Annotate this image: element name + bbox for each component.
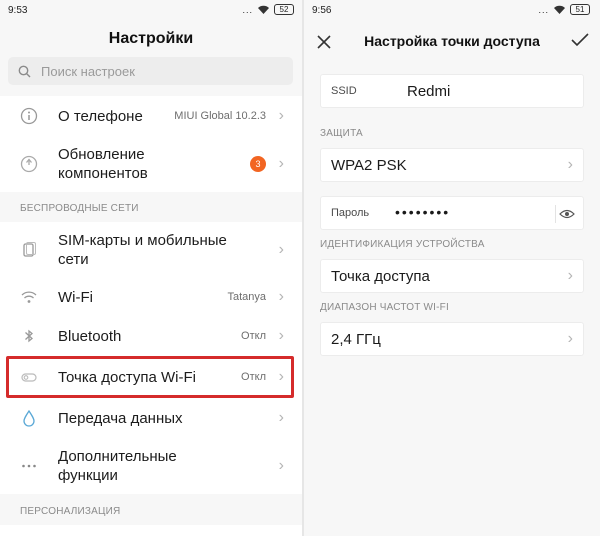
chevron-right-icon: › xyxy=(567,330,573,347)
band-select[interactable]: 2,4 ГГц › xyxy=(320,322,584,356)
ssid-label: SSID xyxy=(331,85,357,97)
wifi-icon xyxy=(20,288,38,306)
wifi-status-icon xyxy=(554,5,565,14)
settings-item-label: Передача данных xyxy=(58,409,183,427)
settings-item-label: SIM-карты и мобильные сети xyxy=(58,232,227,268)
info-icon xyxy=(20,107,38,125)
highlight-box xyxy=(6,356,294,398)
chevron-right-icon: › xyxy=(278,155,284,172)
chevron-right-icon: › xyxy=(278,409,284,426)
chevron-right-icon: › xyxy=(278,241,284,258)
security-value: WPA2 PSK xyxy=(331,157,407,174)
chevron-right-icon: › xyxy=(567,267,573,284)
page-title: Настройки xyxy=(108,30,194,47)
settings-item-label: Обновление компонентов xyxy=(58,146,148,182)
update-icon xyxy=(20,155,38,173)
settings-item-value: MIUI Global 10.2.3 xyxy=(174,110,266,122)
band-value: 2,4 ГГц xyxy=(331,331,381,348)
security-select[interactable]: WPA2 PSK › xyxy=(320,148,584,182)
battery-icon: 52 xyxy=(274,4,294,15)
sim-icon xyxy=(20,241,38,259)
chevron-right-icon: › xyxy=(567,156,573,173)
settings-item-wifi[interactable]: Wi-Fi Tatanya › xyxy=(0,278,302,316)
password-label: Пароль xyxy=(331,207,370,219)
data-icon xyxy=(20,409,38,427)
section-header-security: ЗАЩИТА xyxy=(320,128,363,139)
search-icon xyxy=(18,65,31,77)
settings-item-sim-cards[interactable]: SIM-карты и мобильные сети › xyxy=(0,222,302,278)
update-count-badge: 3 xyxy=(250,156,266,172)
settings-item-additional-features[interactable]: Дополнительные функции › xyxy=(0,438,302,494)
settings-item-label: Дополнительные функции xyxy=(58,448,177,484)
settings-item-label: О телефоне xyxy=(58,107,143,125)
settings-item-value: Откл xyxy=(241,330,266,342)
status-icons: ... 52 xyxy=(242,4,294,15)
more-icon xyxy=(20,457,38,475)
wifi-status-icon xyxy=(258,5,269,14)
hotspot-setup-screen: 9:56 ... 51 Настройка точки доступа SSID… xyxy=(304,0,600,536)
chevron-right-icon: › xyxy=(278,457,284,474)
device-id-select[interactable]: Точка доступа › xyxy=(320,259,584,293)
settings-item-partial xyxy=(0,525,302,536)
header: Настройка точки доступа xyxy=(304,24,600,60)
search-bar[interactable] xyxy=(8,57,293,85)
search-input[interactable] xyxy=(41,63,261,79)
settings-item-data-usage[interactable]: Передача данных › xyxy=(0,398,302,438)
settings-item-component-update[interactable]: Обновление компонентов 3 › xyxy=(0,136,302,192)
confirm-check-icon[interactable] xyxy=(570,26,590,54)
status-bar: 9:56 ... 51 xyxy=(304,0,600,22)
page-title: Настройка точки доступа xyxy=(364,33,540,49)
settings-item-label: Bluetooth xyxy=(58,327,122,345)
section-header-band: ДИАПАЗОН ЧАСТОТ WI-FI xyxy=(320,302,449,313)
device-id-value: Точка доступа xyxy=(331,268,430,285)
battery-icon: 51 xyxy=(570,4,590,15)
chevron-right-icon: › xyxy=(278,327,284,344)
settings-item-value: Tatanya xyxy=(227,291,266,303)
signal-icon: ... xyxy=(538,4,549,15)
ssid-value[interactable]: Redmi xyxy=(407,83,450,100)
section-header-personalization: ПЕРСОНАЛИЗАЦИЯ xyxy=(20,506,121,517)
settings-screen: 9:53 ... 52 Настройки О телефоне MIUI Gl… xyxy=(0,0,304,536)
section-header-wireless: БЕСПРОВОДНЫЕ СЕТИ xyxy=(20,203,139,214)
chevron-right-icon: › xyxy=(278,288,284,305)
settings-item-about-phone[interactable]: О телефоне MIUI Global 10.2.3 › xyxy=(0,96,302,136)
signal-icon: ... xyxy=(242,4,253,15)
status-time: 9:53 xyxy=(8,5,28,16)
eye-icon[interactable] xyxy=(555,205,577,223)
ssid-field[interactable]: SSID Redmi xyxy=(320,74,584,108)
password-field[interactable]: Пароль •••••••• xyxy=(320,196,584,230)
chevron-right-icon: › xyxy=(278,107,284,124)
section-header-device-id: ИДЕНТИФИКАЦИЯ УСТРОЙСТВА xyxy=(320,239,485,250)
status-time: 9:56 xyxy=(312,5,332,16)
status-icons: ... 51 xyxy=(538,4,590,15)
settings-item-label: Wi-Fi xyxy=(58,288,93,306)
bluetooth-icon xyxy=(20,327,38,345)
password-input[interactable]: •••••••• xyxy=(395,204,450,220)
settings-item-bluetooth[interactable]: Bluetooth Откл › xyxy=(0,316,302,356)
status-bar: 9:53 ... 52 xyxy=(0,0,304,22)
